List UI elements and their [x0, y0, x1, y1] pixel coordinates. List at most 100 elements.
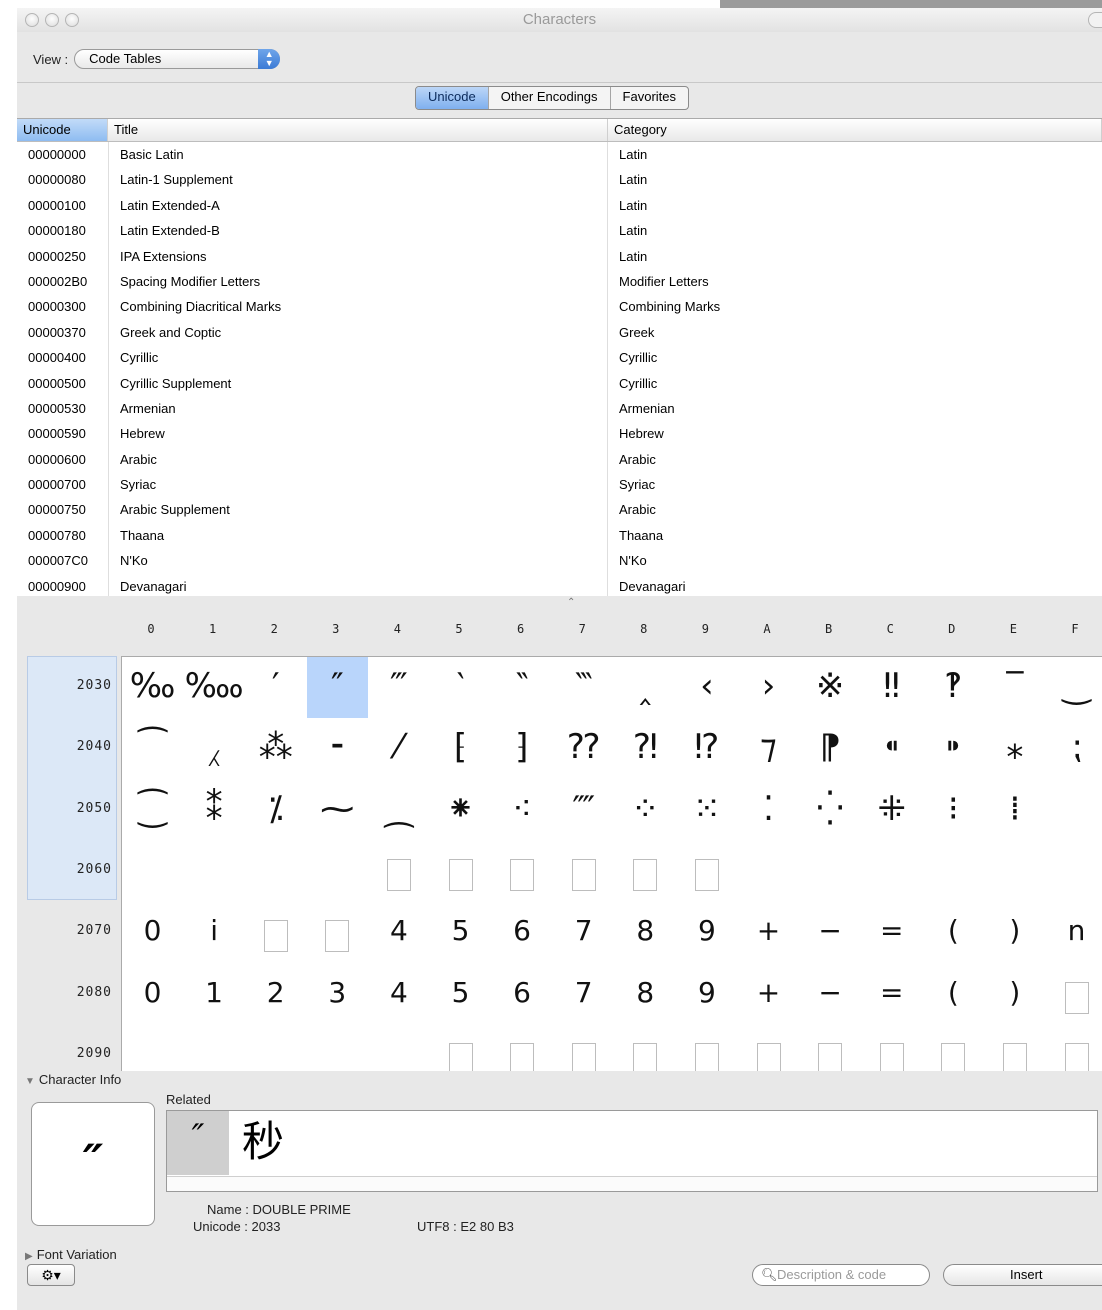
grid-row-header[interactable]: 2060 — [37, 862, 112, 877]
table-row[interactable]: 00000100 Latin Extended-A Latin — [17, 192, 1102, 219]
glyph-cell[interactable]: ⁛ — [800, 780, 861, 841]
glyph-cell[interactable] — [984, 1025, 1045, 1071]
table-row[interactable]: 00000000 Basic Latin Latin — [17, 142, 1102, 168]
glyph-cell[interactable]: ‾ — [984, 657, 1045, 718]
grid-row-header[interactable]: 2080 — [37, 985, 112, 1000]
glyph-cell[interactable]: − — [800, 964, 861, 1025]
glyph-cell[interactable]: ( — [923, 964, 984, 1025]
glyph-cell[interactable]: 7 — [553, 902, 614, 963]
close-button[interactable] — [25, 13, 39, 27]
table-row[interactable]: 00000250 IPA Extensions Latin — [17, 243, 1102, 269]
glyph-cell[interactable]: ⁄ — [368, 718, 429, 779]
glyph-cell[interactable]: ⁞ — [984, 780, 1045, 841]
search-field[interactable]: 🔍︎ Description & code — [752, 1264, 930, 1286]
glyph-cell[interactable]: 0 — [122, 902, 183, 963]
grid-row-header[interactable]: 2090 — [37, 1046, 112, 1061]
glyph-cell[interactable] — [1046, 964, 1102, 1025]
glyph-cell[interactable] — [492, 841, 553, 902]
table-row[interactable]: 00000590 Hebrew Hebrew — [17, 421, 1102, 447]
glyph-cell[interactable] — [307, 902, 368, 963]
glyph-cell[interactable]: + — [738, 964, 799, 1025]
related-item-selected[interactable]: ″ — [167, 1111, 229, 1175]
glyph-cell[interactable]: ⁇ — [553, 718, 614, 779]
glyph-cell[interactable]: ⁖ — [492, 780, 553, 841]
glyph-cell[interactable]: ⁓ — [307, 780, 368, 841]
glyph-cell[interactable] — [800, 1025, 861, 1071]
glyph-cell[interactable] — [430, 841, 491, 902]
table-row[interactable]: 00000780 Thaana Thaana — [17, 522, 1102, 549]
glyph-cell[interactable]: 8 — [615, 964, 676, 1025]
table-row[interactable]: 00000370 Greek and Coptic Greek — [17, 319, 1102, 346]
glyph-cell[interactable] — [184, 1025, 245, 1071]
glyph-cell[interactable]: ‷ — [553, 657, 614, 718]
glyph-cell[interactable]: ‶ — [492, 657, 553, 718]
glyph-cell[interactable]: › — [738, 657, 799, 718]
glyph-cell[interactable]: ⁗ — [553, 780, 614, 841]
glyph-cell[interactable]: ⁀ — [122, 718, 183, 779]
glyph-cell[interactable] — [861, 841, 922, 902]
glyph-cell[interactable] — [307, 841, 368, 902]
table-row[interactable]: 00000750 Arabic Supplement Arabic — [17, 497, 1102, 523]
table-row[interactable]: 00000700 Syriac Syriac — [17, 472, 1102, 498]
glyph-cell[interactable]: ‹ — [676, 657, 737, 718]
glyph-cell[interactable]: ⁒ — [245, 780, 306, 841]
related-item[interactable]: 秒 — [233, 1111, 293, 1175]
column-header-category[interactable]: Category — [608, 119, 1102, 141]
glyph-cell[interactable]: ⁎ — [984, 718, 1045, 779]
glyph-cell[interactable]: ) — [984, 902, 1045, 963]
split-view-handle[interactable]: ⌃ — [17, 596, 1102, 608]
glyph-preview[interactable]: ″ — [31, 1102, 155, 1226]
glyph-cell[interactable]: ⁑ — [184, 780, 245, 841]
table-row[interactable]: 00000500 Cyrillic Supplement Cyrillic — [17, 370, 1102, 396]
glyph-cell[interactable]: ) — [984, 964, 1045, 1025]
glyph-cell[interactable] — [553, 841, 614, 902]
glyph-cell[interactable] — [368, 841, 429, 902]
glyph-cell[interactable]: ‽ — [923, 657, 984, 718]
glyph-cell[interactable]: ⁚ — [738, 780, 799, 841]
glyph-cell[interactable]: ‸ — [615, 657, 676, 718]
glyph-cell[interactable]: 2 — [245, 964, 306, 1025]
glyph-cell[interactable]: ⁕ — [430, 780, 491, 841]
table-row[interactable]: 00000180 Latin Extended-B Latin — [17, 218, 1102, 244]
glyph-cell[interactable]: ⁍ — [923, 718, 984, 779]
glyph-cell[interactable]: ″ — [306, 657, 368, 718]
column-header-unicode[interactable]: Unicode — [17, 119, 108, 141]
glyph-cell[interactable] — [676, 1025, 737, 1071]
glyph-cell[interactable]: ⁝ — [923, 780, 984, 841]
table-row[interactable]: 00000400 Cyrillic Cyrillic — [17, 345, 1102, 371]
glyph-cell[interactable] — [615, 1025, 676, 1071]
grid-row-header[interactable]: 2070 — [37, 923, 112, 938]
glyph-cell[interactable]: ( — [923, 902, 984, 963]
glyph-cell[interactable]: ‴ — [368, 657, 429, 718]
glyph-cell[interactable]: 5 — [430, 964, 491, 1025]
glyph-cell[interactable] — [245, 1025, 306, 1071]
glyph-cell[interactable]: ⁉ — [676, 718, 737, 779]
table-row[interactable]: 00000080 Latin-1 Supplement Latin — [17, 167, 1102, 193]
related-scrollbar[interactable] — [167, 1176, 1097, 1191]
glyph-cell[interactable]: ⁋ — [800, 718, 861, 779]
glyph-cell[interactable] — [923, 841, 984, 902]
glyph-cell[interactable]: 4 — [368, 902, 429, 963]
glyph-cell[interactable]: ‰ — [122, 657, 183, 718]
glyph-cell[interactable] — [1046, 841, 1102, 902]
glyph-cell[interactable]: n — [1046, 902, 1102, 963]
grid-row-header[interactable]: 2050 — [37, 801, 112, 816]
glyph-cell[interactable]: ※ — [800, 657, 861, 718]
toolbar-toggle-button[interactable] — [1088, 12, 1102, 28]
glyph-cell[interactable] — [861, 1025, 922, 1071]
glyph-cell[interactable]: 6 — [492, 902, 553, 963]
glyph-cell[interactable] — [553, 1025, 614, 1071]
glyph-cell[interactable]: 9 — [676, 902, 737, 963]
glyph-cell[interactable]: ⁌ — [861, 718, 922, 779]
tab-unicode[interactable]: Unicode — [416, 87, 489, 109]
glyph-cell[interactable] — [923, 1025, 984, 1071]
glyph-cell[interactable] — [984, 841, 1045, 902]
minimize-button[interactable] — [45, 13, 59, 27]
glyph-cell[interactable] — [615, 841, 676, 902]
glyph-cell[interactable]: ⁊ — [738, 718, 799, 779]
glyph-cell[interactable]: − — [800, 902, 861, 963]
glyph-cell[interactable] — [122, 841, 183, 902]
glyph-cell[interactable]: ⁅ — [430, 718, 491, 779]
glyph-cell[interactable] — [1046, 1025, 1102, 1071]
glyph-cell[interactable] — [122, 1025, 183, 1071]
